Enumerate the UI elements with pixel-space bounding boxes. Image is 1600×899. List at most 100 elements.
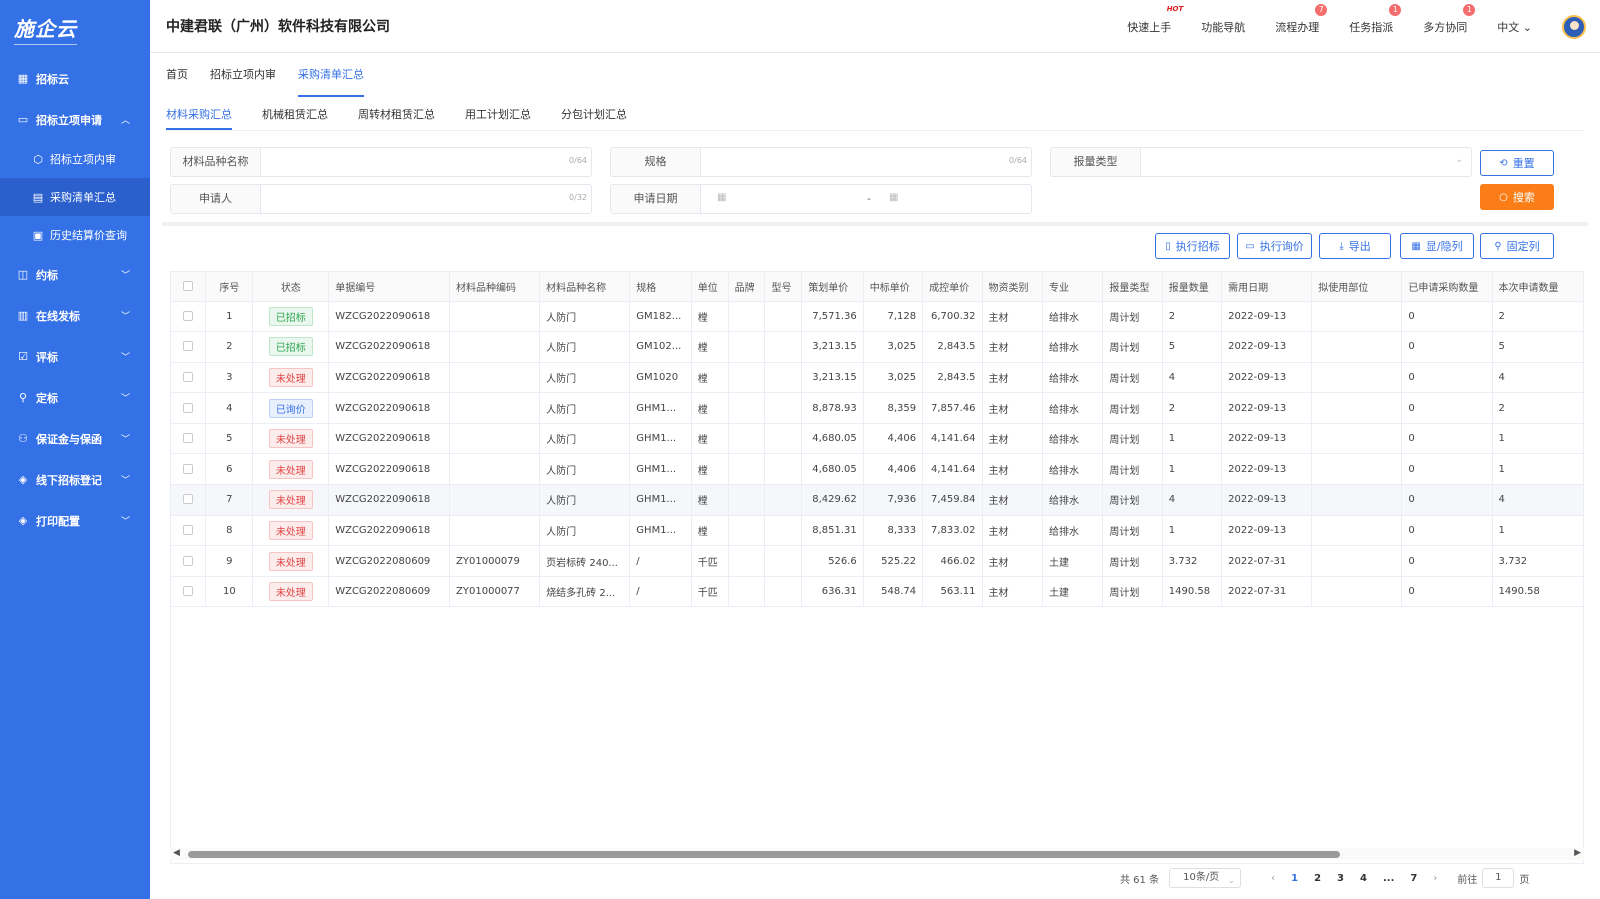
row-checkbox[interactable] <box>183 433 194 444</box>
applicant-input[interactable]: 0/32 <box>261 185 591 213</box>
sidebar-item-online-bid[interactable]: ▥ 在线发标 ﹀ <box>0 295 150 336</box>
status-badge: 已招标 <box>268 337 313 357</box>
export-button[interactable]: ⤓ 导出 <box>1319 233 1391 259</box>
header-link-function-nav[interactable]: 功能导航 <box>1201 19 1245 35</box>
execute-bid-button[interactable]: ▯ 执行招标 <box>1155 233 1230 259</box>
cell-name: 人防门 <box>539 515 631 547</box>
page-number[interactable]: 7 <box>1410 873 1417 884</box>
header-link-quick-start[interactable]: 快速上手 HOT <box>1127 5 1183 35</box>
select-all-checkbox[interactable] <box>171 272 207 302</box>
tab-turnover-rental[interactable]: 周转材租赁汇总 <box>358 100 435 130</box>
page-size-select[interactable]: 10条/页 ⌄ <box>1169 868 1242 888</box>
tab-material-purchase[interactable]: 材料采购汇总 <box>166 100 232 130</box>
sidebar-subitem-internal-review[interactable]: ⬡ 招标立项内审 <box>0 140 150 178</box>
table-row[interactable]: 4 已询价 WZCG2022090618 人防门 GHM1... 樘 8,878.93 8,3… <box>171 392 1583 424</box>
cell-plan: 7,571.36 <box>801 301 864 333</box>
cell-name: 人防门 <box>539 331 631 363</box>
page-ellipsis[interactable]: ... <box>1383 873 1394 884</box>
breadcrumb-purchase-summary[interactable]: 采购清单汇总 <box>298 53 364 97</box>
table-row[interactable]: 10 未处理 WZCG2022080609 ZY01000077 烧结多孔砖 2... /… <box>171 576 1583 608</box>
notification-badge: 1 <box>1463 3 1476 16</box>
sidebar-subitem-history-price[interactable]: ▣ 历史结算价查询 <box>0 216 150 254</box>
spec-input[interactable]: 0/64 <box>701 148 1031 176</box>
calendar-icon: ▦ <box>717 192 727 203</box>
sidebar-item-award[interactable]: ⚲ 定标 ﹀ <box>0 377 150 418</box>
cell-cat: 主材 <box>982 515 1043 547</box>
table-row[interactable]: 9 未处理 WZCG2022080609 ZY01000079 页岩标砖 240... /… <box>171 545 1583 577</box>
language-select[interactable]: 中文 ⌄ <box>1497 19 1532 35</box>
row-checkbox[interactable] <box>183 341 194 352</box>
fix-column-button[interactable]: ⚲ 固定列 <box>1480 233 1554 259</box>
cell-ctrl: 6,700.32 <box>922 301 983 333</box>
filter-material-name: 材料品种名称 0/64 <box>170 147 592 177</box>
page-number[interactable]: 2 <box>1314 873 1321 884</box>
language-label: 中文 <box>1497 20 1520 34</box>
filter-label: 申请人 <box>171 185 261 213</box>
header-nav: 快速上手 HOT 功能导航 流程办理 7 任务指派 1 多方协同 1 中文 ⌄ <box>1127 0 1600 53</box>
table-row[interactable]: 8 未处理 WZCG2022090618 人防门 GHM1... 樘 8,851.31 8,3… <box>171 515 1583 547</box>
sidebar-item-invite[interactable]: ◫ 约标 ﹀ <box>0 254 150 295</box>
table-row[interactable]: 2 已招标 WZCG2022090618 人防门 GM102... 樘 3,213.15 3,… <box>171 331 1583 363</box>
show-hide-columns-button[interactable]: ▦ 显/隐列 <box>1400 233 1474 259</box>
sidebar: 施企云 ▦ 招标云 ▭ 招标立项申请 ︿ ⬡ 招标立项内审 ▤ 采购清单汇总 ▣… <box>0 0 150 899</box>
sidebar-item-bid-cloud[interactable]: ▦ 招标云 <box>0 58 150 99</box>
cell-win: 3,025 <box>863 362 924 394</box>
material-name-input[interactable]: 0/64 <box>261 148 591 176</box>
breadcrumb-internal-review[interactable]: 招标立项内审 <box>210 53 276 97</box>
cell-plan: 3,213.15 <box>801 331 864 363</box>
search-button[interactable]: ○ 搜索 <box>1480 184 1554 210</box>
row-checkbox[interactable] <box>183 586 194 597</box>
sidebar-item-print-config[interactable]: ◈ 打印配置 ﹀ <box>0 500 150 541</box>
tab-machine-rental[interactable]: 机械租赁汇总 <box>262 100 328 130</box>
cell-brand <box>728 453 766 486</box>
cell-win: 8,359 <box>863 392 924 424</box>
row-checkbox[interactable] <box>183 555 194 566</box>
notification-badge: 1 <box>1389 3 1402 16</box>
sidebar-subitem-purchase-summary[interactable]: ▤ 采购清单汇总 <box>0 178 150 216</box>
row-checkbox-cell <box>171 423 207 455</box>
reset-button[interactable]: ⟲ 重置 <box>1480 150 1554 176</box>
cell-status: 未处理 <box>252 423 330 455</box>
breadcrumb-home[interactable]: 首页 <box>166 53 188 97</box>
table-row[interactable]: 5 未处理 WZCG2022090618 人防门 GHM1... 樘 4,680.05 4,4… <box>171 423 1583 455</box>
sidebar-item-label: 线下招标登记 <box>36 473 102 487</box>
row-checkbox[interactable] <box>183 463 194 474</box>
prev-page-icon[interactable]: ‹ <box>1271 873 1275 884</box>
report-type-select[interactable]: ⌄ <box>1141 148 1471 176</box>
execute-inquiry-button[interactable]: ▭ 执行询价 <box>1237 233 1312 259</box>
table-row[interactable]: 1 已招标 WZCG2022090618 人防门 GM182... 樘 7,571.36 7,… <box>171 301 1583 333</box>
tab-subcontract-plan[interactable]: 分包计划汇总 <box>561 100 627 130</box>
next-page-icon[interactable]: › <box>1433 873 1437 884</box>
row-checkbox[interactable] <box>183 494 194 505</box>
reset-label: 重置 <box>1512 157 1535 170</box>
header-link-collaboration[interactable]: 多方协同 1 <box>1423 3 1476 35</box>
table-row[interactable]: 6 未处理 WZCG2022090618 人防门 GHM1... 樘 4,680.05 4,4… <box>171 453 1583 486</box>
tab-labor-plan[interactable]: 用工计划汇总 <box>465 100 531 130</box>
scroll-left-icon[interactable]: ◀ <box>173 848 180 858</box>
row-checkbox[interactable] <box>183 402 194 413</box>
scrollbar-thumb[interactable] <box>188 851 1340 858</box>
row-checkbox[interactable] <box>183 310 194 321</box>
scroll-right-icon[interactable]: ▶ <box>1574 848 1581 858</box>
table-row[interactable]: 7 未处理 WZCG2022090618 人防门 GHM1... 樘 8,429.62 7,9… <box>171 484 1583 516</box>
cell-brand <box>728 545 766 577</box>
header-link-process[interactable]: 流程办理 7 <box>1275 3 1328 35</box>
apply-date-range[interactable]: ▦ - ▦ <box>701 185 1031 213</box>
checkbox[interactable] <box>183 280 194 291</box>
goto-page-input[interactable]: 1 <box>1482 868 1515 888</box>
row-checkbox[interactable] <box>183 524 194 535</box>
sidebar-item-bid-apply[interactable]: ▭ 招标立项申请 ︿ <box>0 99 150 140</box>
page-number[interactable]: 3 <box>1337 873 1344 884</box>
cell-part <box>1311 301 1403 333</box>
header-link-task-assign[interactable]: 任务指派 1 <box>1349 3 1402 35</box>
sidebar-item-evaluate[interactable]: ☑ 评标 ﹀ <box>0 336 150 377</box>
sidebar-item-deposit[interactable]: ⚇ 保证金与保函 ﹀ <box>0 418 150 459</box>
horizontal-scrollbar[interactable]: ◀ ▶ <box>170 848 1584 860</box>
page-number[interactable]: 4 <box>1360 873 1367 884</box>
avatar[interactable] <box>1562 14 1586 39</box>
page-number[interactable]: 1 <box>1291 873 1298 884</box>
table-row[interactable]: 3 未处理 WZCG2022090618 人防门 GM1020 樘 3,213.15 3,02… <box>171 362 1583 394</box>
row-checkbox[interactable] <box>183 371 194 382</box>
sidebar-item-offline-bid[interactable]: ◈ 线下招标登记 ﹀ <box>0 459 150 500</box>
pin-icon: ⚲ <box>1494 240 1502 252</box>
